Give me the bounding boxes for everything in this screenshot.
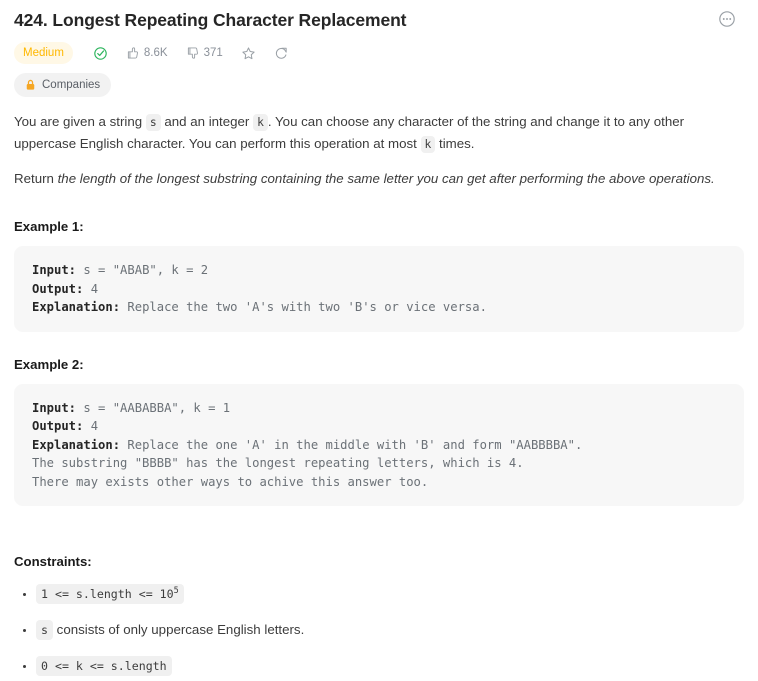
check-circle-icon[interactable]: [93, 42, 108, 64]
example-1-output-value: 4: [83, 281, 99, 296]
lock-icon: [25, 79, 36, 91]
example-1-input-label: Input:: [32, 263, 77, 278]
desc-text-d: times.: [435, 136, 475, 151]
constraints-heading: Constraints:: [14, 554, 92, 570]
constraint-code-1-sup: 5: [173, 586, 179, 597]
companies-tag[interactable]: Companies: [14, 73, 112, 97]
list-item: 0 <= k <= s.length: [36, 655, 744, 677]
inline-code-k-2: k: [420, 136, 436, 153]
thumbs-up-icon: [126, 46, 140, 60]
example-2-heading: Example 2:: [14, 356, 84, 372]
thumbs-down-icon: [186, 46, 200, 60]
example-2-output-label: Output:: [32, 419, 84, 434]
page-title: 424. Longest Repeating Character Replace…: [14, 10, 407, 30]
description-paragraph-1: You are given a string s and an integer …: [14, 111, 744, 155]
constraints-list: 1 <= s.length <= 105 s consists of only …: [14, 583, 744, 677]
example-1-explanation-label: Explanation:: [32, 300, 121, 315]
example-2-output-value: 4: [83, 419, 99, 434]
example-1-heading: Example 1:: [14, 219, 84, 235]
example-2-input-value: s = "AABABBA", k = 1: [76, 400, 231, 415]
circle-ellipsis-icon[interactable]: [718, 10, 736, 28]
description-paragraph-2: Return the length of the longest substri…: [14, 168, 744, 189]
favorite-button[interactable]: [241, 42, 256, 64]
constraint-code-2: s: [36, 620, 53, 641]
inline-code-s: s: [145, 114, 161, 131]
share-button[interactable]: [274, 42, 289, 64]
companies-label: Companies: [42, 79, 101, 91]
constraint-text-2: consists of only uppercase English lette…: [52, 622, 305, 638]
example-1-output-label: Output:: [32, 281, 84, 296]
status-badge-difficulty[interactable]: Medium: [14, 42, 73, 64]
star-icon: [241, 46, 256, 61]
return-lead: Return: [14, 171, 58, 187]
share-icon: [274, 46, 289, 61]
constraint-code-1-text: 1 <= s.length <= 10: [41, 587, 174, 602]
title-row: 424. Longest Repeating Character Replace…: [14, 0, 744, 32]
list-item: s consists of only uppercase English let…: [36, 619, 744, 641]
tags-row: Companies: [14, 73, 744, 97]
example-2-input-label: Input:: [32, 400, 77, 415]
desc-text-a: You are given a string: [14, 114, 146, 129]
desc-text-b: and an integer: [160, 114, 254, 129]
example-2-code: Input: s = "AABABBA", k = 1 Output: 4 Ex…: [14, 383, 744, 507]
example-1-explanation-value: Replace the two 'A's with two 'B's or vi…: [120, 300, 487, 315]
return-italic: the length of the longest substring cont…: [57, 171, 715, 187]
constraint-code-3: 0 <= k <= s.length: [36, 656, 172, 677]
dislike-count: 371: [203, 47, 223, 59]
inline-code-k: k: [253, 114, 268, 131]
like-button[interactable]: 8.6K: [126, 42, 168, 64]
meta-row: Medium 8.6K 371: [14, 42, 744, 64]
example-1-input-value: s = "ABAB", k = 2: [76, 263, 209, 278]
constraint-code-1: 1 <= s.length <= 105: [36, 584, 184, 605]
example-2-explanation-label: Explanation:: [32, 437, 121, 452]
like-count: 8.6K: [143, 47, 168, 59]
problem-description-panel: 424. Longest Repeating Character Replace…: [0, 0, 758, 681]
list-item: 1 <= s.length <= 105: [36, 583, 744, 605]
dislike-button[interactable]: 371: [186, 42, 223, 64]
example-1-code: Input: s = "ABAB", k = 2 Output: 4 Expla…: [14, 246, 744, 332]
